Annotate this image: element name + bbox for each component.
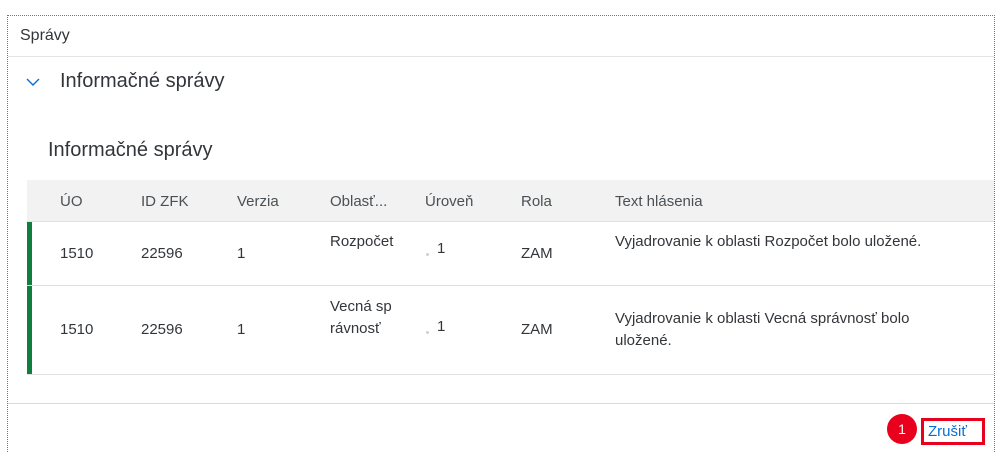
cell-rola: ZAM [521, 244, 553, 262]
column-header-id-zfk[interactable]: ID ZFK [141, 193, 189, 210]
cell-uo: 1510 [60, 321, 94, 338]
cancel-button[interactable]: Zrušiť [921, 418, 985, 445]
column-header-verzia[interactable]: Verzia [237, 193, 279, 210]
panel-header[interactable]: Informačné správy [8, 64, 994, 100]
step-badge: 1 [887, 414, 917, 444]
cell-verzia: 1 [237, 244, 246, 262]
cell-text: Vyjadrovanie k oblasti Rozpočet bolo ulo… [615, 233, 922, 250]
cell-uroven: 1 [437, 318, 446, 335]
table-header: ÚO ID ZFK Verzia Oblasť... Úroveň Rola T… [27, 180, 994, 222]
row-status-indicator [27, 286, 32, 374]
cell-id-zfk: 22596 [141, 321, 183, 338]
cell-verzia: 1 [237, 321, 246, 338]
cell-text: Vyjadrovanie k oblasti Vecná správnosť b… [615, 310, 910, 349]
messages-dialog: Správy Informačné správy Informačné sprá… [7, 15, 995, 452]
column-header-text[interactable]: Text hlásenia [615, 193, 703, 210]
cell-oblast: Vecná správnosť [330, 298, 392, 337]
column-header-oblast[interactable]: Oblasť... [330, 193, 387, 210]
column-header-rola[interactable]: Rola [521, 193, 552, 210]
messages-table: ÚO ID ZFK Verzia Oblasť... Úroveň Rola T… [27, 180, 994, 375]
column-header-uroven[interactable]: Úroveň [425, 193, 473, 210]
cell-uroven: 1 [437, 240, 446, 257]
table-row[interactable]: 1510 22596 1 Rozpočet 1 ZAM Vyjadrovanie… [27, 222, 994, 286]
column-header-uo[interactable]: ÚO [60, 193, 83, 210]
cancel-button-label: Zrušiť [928, 423, 967, 440]
cell-id-zfk: 22596 [141, 244, 183, 262]
footer-divider [8, 403, 994, 404]
cell-rola: ZAM [521, 321, 553, 338]
panel-title: Informačné správy [60, 70, 225, 92]
level-indicator [426, 253, 429, 256]
level-indicator [426, 331, 429, 334]
cell-uo: 1510 [60, 244, 94, 262]
chevron-down-icon[interactable] [26, 75, 40, 89]
cell-oblast: Rozpočet [330, 233, 394, 250]
dialog-header: Správy [8, 16, 994, 57]
table-row[interactable]: 1510 22596 1 Vecná správnosť 1 ZAM Vyjad… [27, 286, 994, 375]
table-title: Informačné správy [48, 139, 213, 161]
row-status-indicator [27, 222, 32, 285]
dialog-title: Správy [20, 27, 70, 44]
